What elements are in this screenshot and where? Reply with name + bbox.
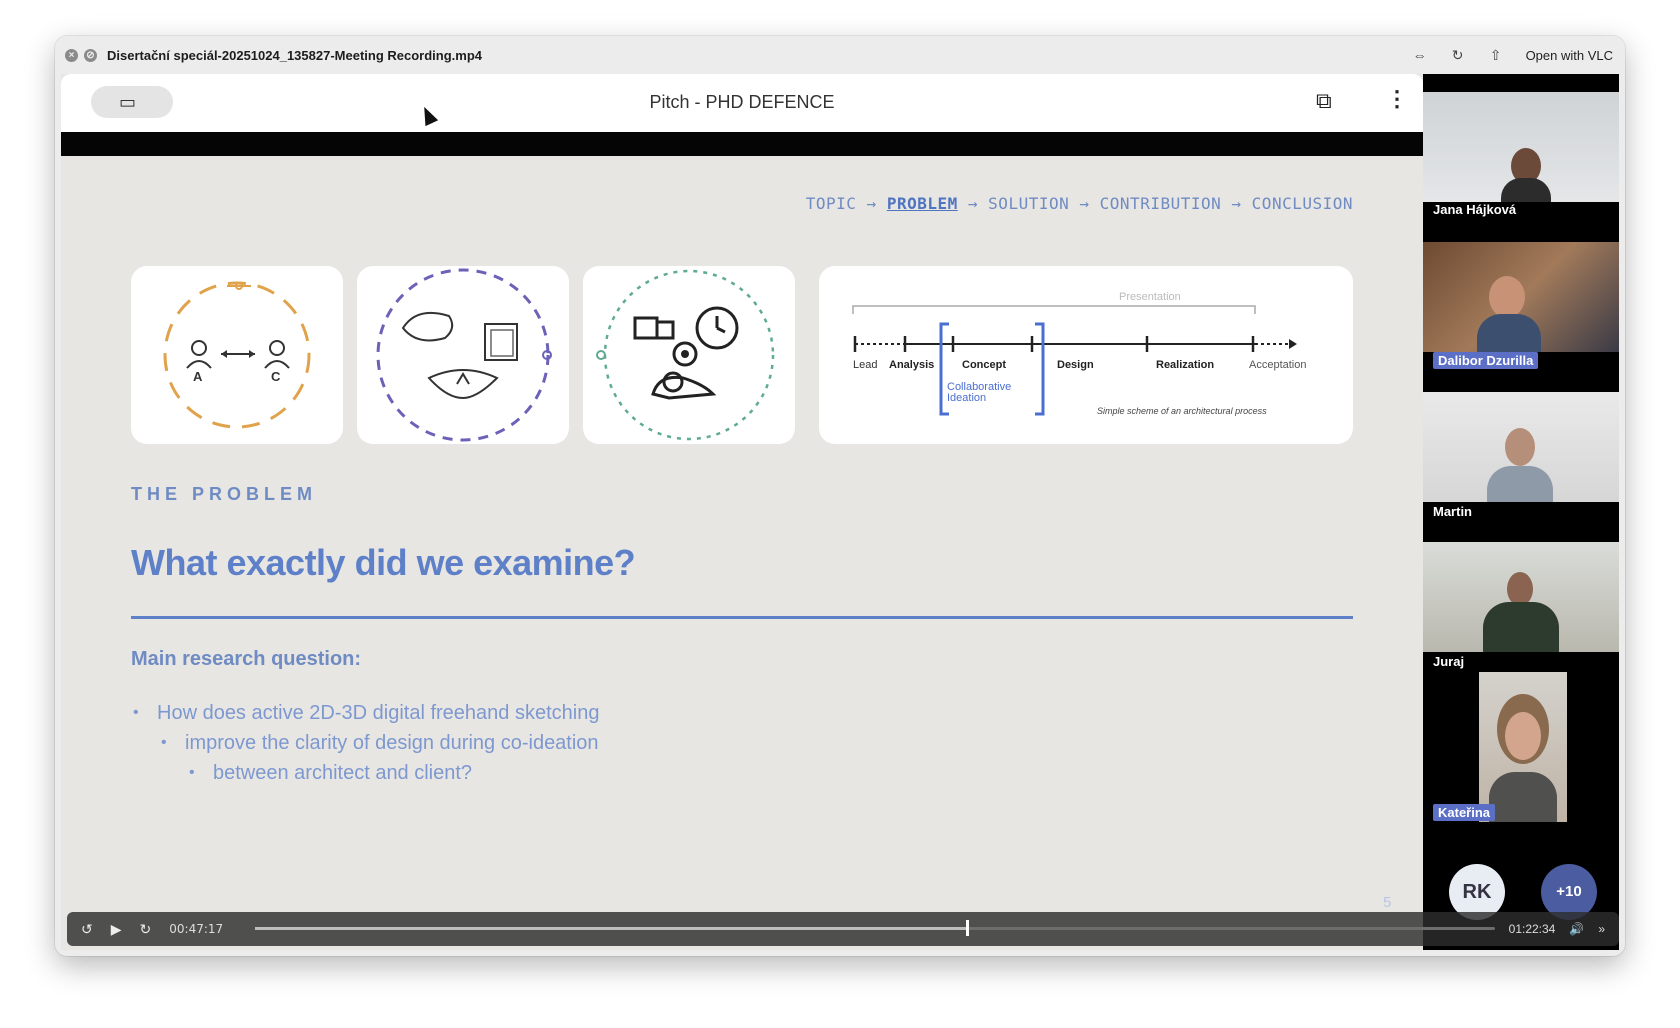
- seek-handle[interactable]: [965, 920, 969, 936]
- participant-tile[interactable]: [1423, 242, 1619, 352]
- architect-client-illustration: A C: [163, 281, 311, 429]
- participant-name: Dalibor Dzurilla: [1433, 352, 1539, 369]
- arrow-icon: →: [1079, 194, 1090, 213]
- card-sketching: [357, 266, 569, 444]
- client-label: C: [271, 369, 281, 384]
- stage-design: Design: [1057, 359, 1094, 371]
- seek-bar[interactable]: [255, 920, 1495, 936]
- arrow-icon: →: [866, 194, 877, 213]
- slide-heading: What exactly did we examine?: [131, 542, 636, 583]
- open-with-vlc-button[interactable]: Open with VLC: [1526, 48, 1613, 63]
- participant-tile[interactable]: [1423, 92, 1619, 202]
- skip-back-icon[interactable]: ↺: [81, 921, 93, 938]
- close-icon[interactable]: ×: [65, 48, 78, 62]
- process-caption: Simple scheme of an architectural proces…: [1097, 406, 1267, 416]
- slide-page-number: 5: [1383, 894, 1392, 911]
- breadcrumb-topic: TOPIC: [805, 194, 857, 213]
- process-diagram: Presentation Lead Analysis Concept Desig…: [852, 291, 1306, 416]
- architect-label: A: [193, 369, 203, 384]
- stage-acceptation: Acceptation: [1249, 359, 1306, 371]
- share-icon[interactable]: ⇧: [1488, 47, 1504, 63]
- more-options-icon[interactable]: ⋮: [1386, 86, 1408, 112]
- seek-progress: [255, 927, 966, 930]
- breadcrumb-conclusion: CONCLUSION: [1251, 194, 1353, 213]
- player-window: × ⊘ Disertační speciál-20251024_135827-M…: [55, 36, 1625, 956]
- extension-icon[interactable]: ⧉: [1316, 88, 1332, 114]
- section-label: THE PROBLEM: [131, 484, 318, 504]
- stage-analysis: Analysis: [889, 359, 934, 371]
- resize-icon[interactable]: ⇔: [1412, 47, 1428, 63]
- stage-realization: Realization: [1156, 359, 1214, 371]
- participants-sidebar: Jana Hájková Dalibor Dzurilla Martin Jur…: [1423, 74, 1619, 950]
- card-process: Presentation Lead Analysis Concept Desig…: [819, 266, 1353, 444]
- bullet-level-3: between architect and client?: [189, 762, 472, 785]
- playback-controls: ↺ ▶ ↻ 00:47:17 01:22:34 🔊 »: [67, 912, 1619, 946]
- presentation-title: Pitch - PHD DEFENCE: [649, 92, 835, 112]
- heading-rule: [131, 616, 1353, 619]
- participant-name: Kateřina: [1433, 804, 1496, 821]
- minimize-icon[interactable]: ⊘: [84, 48, 97, 62]
- titlebar: × ⊘ Disertační speciál-20251024_135827-M…: [55, 36, 1625, 74]
- player-end-controls: 01:22:34 🔊 »: [1509, 912, 1605, 946]
- process-bracket-label: Presentation: [1119, 291, 1181, 303]
- participant-tile[interactable]: [1423, 392, 1619, 502]
- fast-forward-icon[interactable]: »: [1598, 922, 1605, 936]
- bullet-level-2: improve the clarity of design during co-…: [161, 732, 599, 755]
- stage-lead: Lead: [853, 359, 877, 371]
- participant-tile[interactable]: [1479, 672, 1567, 822]
- volume-icon[interactable]: 🔊: [1569, 922, 1584, 936]
- slide: ▭ Pitch - PHD DEFENCE ⧉ ⋮ TOPIC → PROBLE…: [61, 74, 1423, 950]
- breadcrumb: TOPIC → PROBLEM → SOLUTION → CONTRIBUTIO…: [806, 194, 1353, 213]
- participant-name: Martin: [1433, 504, 1472, 519]
- presentation-bar: ▭ Pitch - PHD DEFENCE ⧉ ⋮: [61, 74, 1423, 132]
- participant-tile[interactable]: [1423, 542, 1619, 652]
- rotate-icon[interactable]: ↻: [1450, 47, 1466, 63]
- window-title: Disertační speciál-20251024_135827-Meeti…: [107, 47, 483, 63]
- bullet-level-1: How does active 2D-3D digital freehand s…: [133, 702, 599, 725]
- collaborative-ideation-label: Collaborative Ideation: [947, 382, 1011, 404]
- card-architect-client: A C: [131, 266, 343, 444]
- play-icon[interactable]: ▶: [111, 921, 122, 938]
- sketching-illustration: [376, 268, 552, 442]
- slide-subheading: Main research question:: [131, 648, 362, 670]
- arrow-icon: →: [967, 194, 979, 213]
- card-tools: [583, 266, 795, 444]
- breadcrumb-solution: SOLUTION: [988, 194, 1070, 213]
- video-frame[interactable]: ▭ Pitch - PHD DEFENCE ⧉ ⋮ TOPIC → PROBLE…: [61, 74, 1619, 950]
- participant-name: Jana Hájková: [1433, 202, 1517, 217]
- titlebar-actions: ⇔ ↻ ⇧ Open with VLC: [1412, 36, 1613, 74]
- participant-name: Juraj: [1433, 654, 1465, 669]
- breadcrumb-problem: PROBLEM: [886, 194, 958, 213]
- tools-illustration: [596, 269, 775, 441]
- skip-forward-icon[interactable]: ↻: [140, 921, 152, 938]
- total-time: 01:22:34: [1508, 922, 1556, 936]
- breadcrumb-contribution: CONTRIBUTION: [1099, 194, 1222, 213]
- divider: [61, 132, 1423, 156]
- current-time: 00:47:17: [169, 922, 224, 936]
- arrow-icon: →: [1231, 194, 1242, 213]
- stage-concept: Concept: [962, 359, 1006, 371]
